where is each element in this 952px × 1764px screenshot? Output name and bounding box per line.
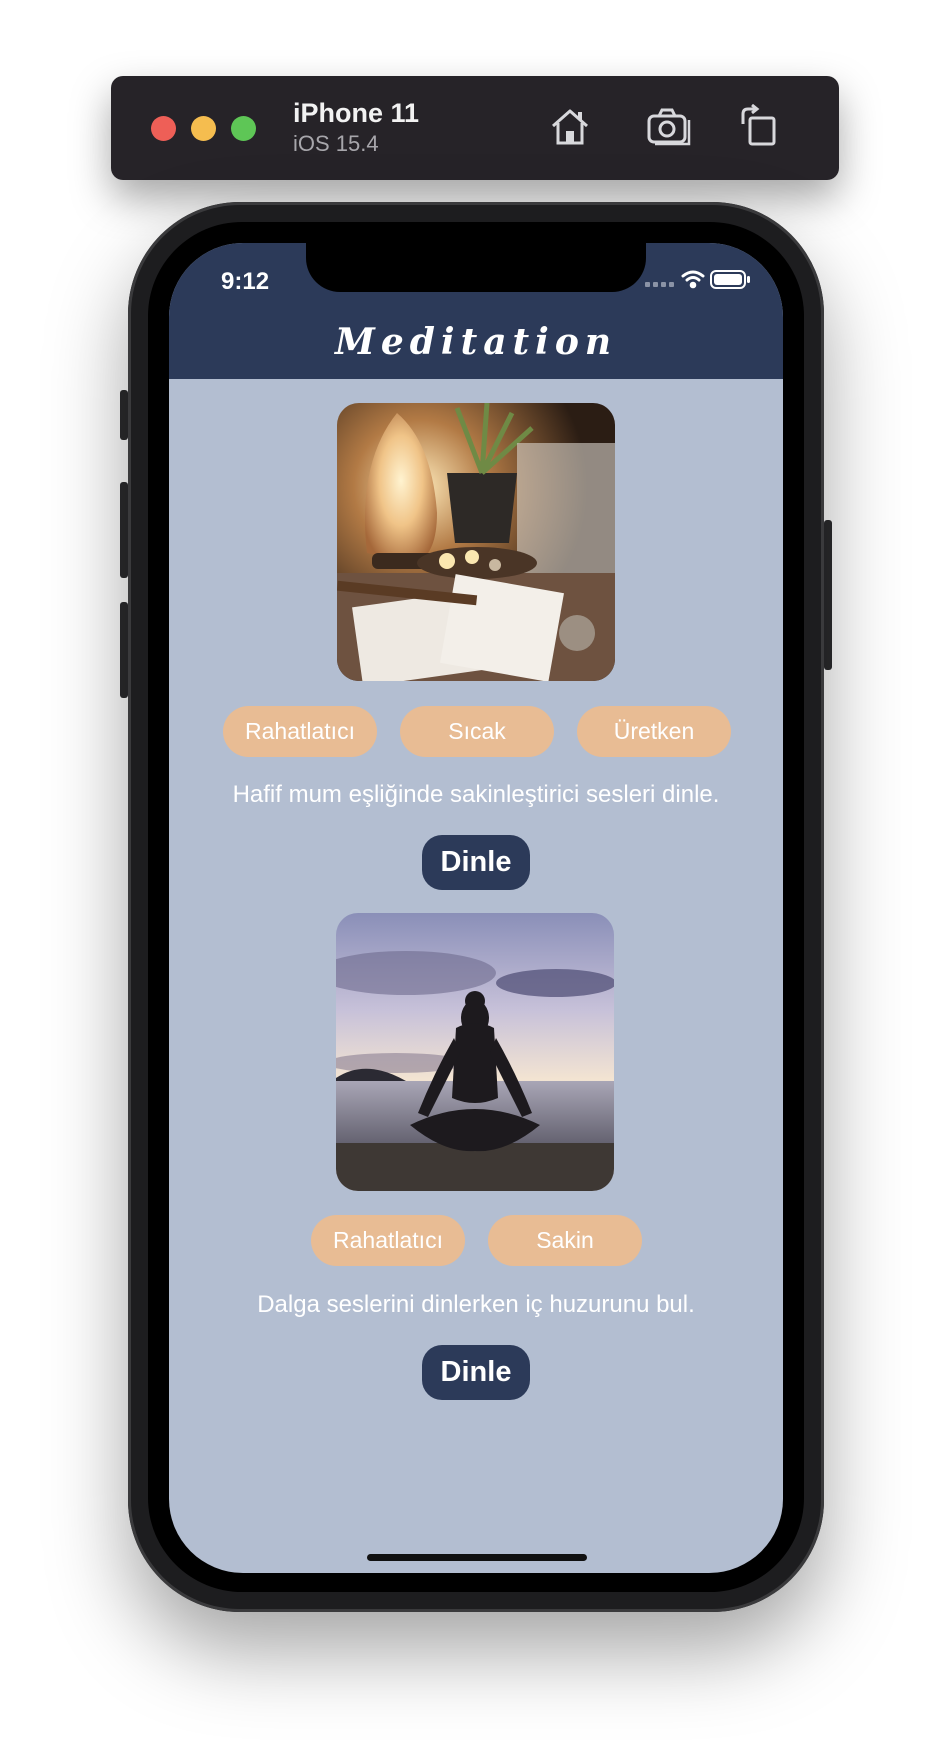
listen-button[interactable]: Dinle [422,1345,530,1400]
device-os-version: iOS 15.4 [293,131,379,156]
status-time: 9:12 [221,268,270,295]
simulator-toolbar [111,76,839,180]
candle-crystal-photo [337,403,615,681]
zoom-window-button[interactable] [231,116,256,141]
battery-icon [710,270,750,289]
wifi-icon [681,270,705,289]
home-indicator [367,1554,587,1561]
notch [306,243,646,292]
stage: iPhone 11 iOS 15.4 Meditation 9:12 Rahat… [0,0,952,1764]
app-screen: Meditation 9:12 Rahatlatıcı Sıcak Üretke… [169,243,783,1573]
power-button [824,520,832,670]
status-icons [645,267,755,293]
minimize-window-button[interactable] [191,116,216,141]
tag-calm[interactable]: Sakin [488,1215,642,1266]
camera-icon[interactable] [645,104,691,150]
tag-productive[interactable]: Üretken [577,706,731,757]
ocean-meditation-photo [336,913,614,1191]
tag-warm[interactable]: Sıcak [400,706,554,757]
mute-switch [120,390,128,440]
tag-relaxing[interactable]: Rahatlatıcı [311,1215,465,1266]
volume-down-button [120,602,128,698]
page-title: Meditation [334,321,618,363]
rotate-icon[interactable] [735,103,781,150]
home-icon[interactable] [547,104,593,150]
card-description: Dalga seslerini dinlerken iç huzurunu bu… [257,1291,695,1318]
listen-button[interactable]: Dinle [422,835,530,890]
device-name: iPhone 11 [293,98,420,128]
tag-relaxing[interactable]: Rahatlatıcı [223,706,377,757]
close-window-button[interactable] [151,116,176,141]
volume-up-button [120,482,128,578]
signal-icon [645,282,674,287]
card-description: Hafif mum eşliğinde sakinleştirici sesle… [232,781,720,808]
